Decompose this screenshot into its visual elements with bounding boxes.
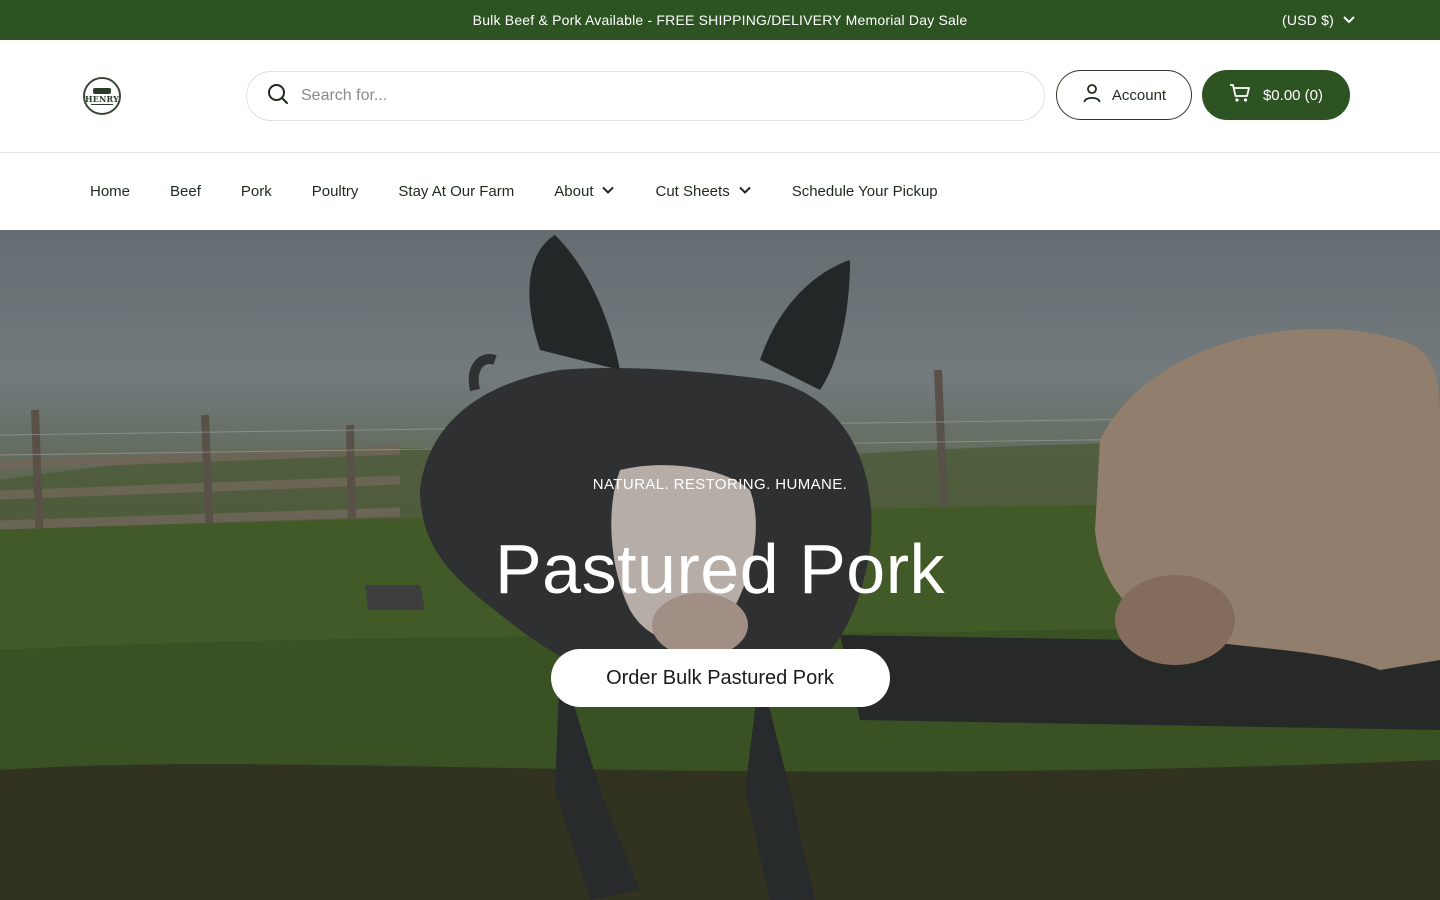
chevron-down-icon (601, 183, 615, 201)
logo-divider (91, 103, 113, 105)
account-button[interactable]: Account (1056, 70, 1192, 120)
nav-item-stay-at-our-farm[interactable]: Stay At Our Farm (398, 183, 514, 200)
announcement-text: Bulk Beef & Pork Available - FREE SHIPPI… (472, 12, 968, 28)
nav-item-schedule-your-pickup[interactable]: Schedule Your Pickup (792, 183, 938, 200)
hero-headline: Pastured Pork (494, 530, 946, 608)
nav-item-label: About (554, 183, 594, 200)
nav-item-label: Pork (240, 183, 272, 200)
main-nav: Home Beef Pork Poultry Stay At Our Farm … (0, 153, 1440, 230)
nav-item-home[interactable]: Home (90, 183, 130, 200)
hero-banner: NATURAL. RESTORING. HUMANE. Pastured Por… (0, 230, 1440, 900)
nav-item-pork[interactable]: Pork (241, 183, 272, 200)
chevron-down-icon (1342, 12, 1356, 29)
search-input[interactable] (301, 87, 1001, 105)
nav-item-poultry[interactable]: Poultry (312, 183, 359, 200)
nav-item-about[interactable]: About (554, 183, 615, 201)
chevron-down-icon (738, 183, 752, 201)
nav-item-beef[interactable]: Beef (170, 183, 201, 200)
currency-selector[interactable]: (USD $) (1282, 0, 1356, 40)
order-bulk-pork-button[interactable]: Order Bulk Pastured Pork (550, 649, 890, 707)
search-icon (267, 83, 289, 110)
announcement-bar: Bulk Beef & Pork Available - FREE SHIPPI… (0, 0, 1440, 40)
site-logo[interactable]: HENRY (83, 77, 121, 115)
hero-content: NATURAL. RESTORING. HUMANE. Pastured Por… (0, 230, 1440, 900)
cow-icon (93, 87, 111, 94)
site-header: HENRY Account $0.00 (0) (0, 40, 1440, 153)
cart-icon (1229, 83, 1251, 107)
nav-item-label: Home (90, 183, 131, 200)
nav-item-label: Stay At Our Farm (398, 183, 515, 200)
user-icon (1082, 83, 1102, 107)
nav-item-label: Poultry (311, 183, 359, 200)
cart-button[interactable]: $0.00 (0) (1202, 70, 1350, 120)
search-bar[interactable] (246, 71, 1045, 121)
hero-eyebrow: NATURAL. RESTORING. HUMANE. (592, 476, 848, 493)
cart-label: $0.00 (0) (1262, 86, 1324, 104)
currency-label: (USD $) (1282, 12, 1334, 28)
nav-item-label: Beef (170, 183, 201, 200)
account-label: Account (1111, 86, 1167, 104)
nav-item-cut-sheets[interactable]: Cut Sheets (655, 183, 751, 201)
logo-text: HENRY (84, 93, 120, 104)
nav-item-label: Schedule Your Pickup (791, 183, 938, 200)
nav-item-label: Cut Sheets (655, 183, 730, 200)
